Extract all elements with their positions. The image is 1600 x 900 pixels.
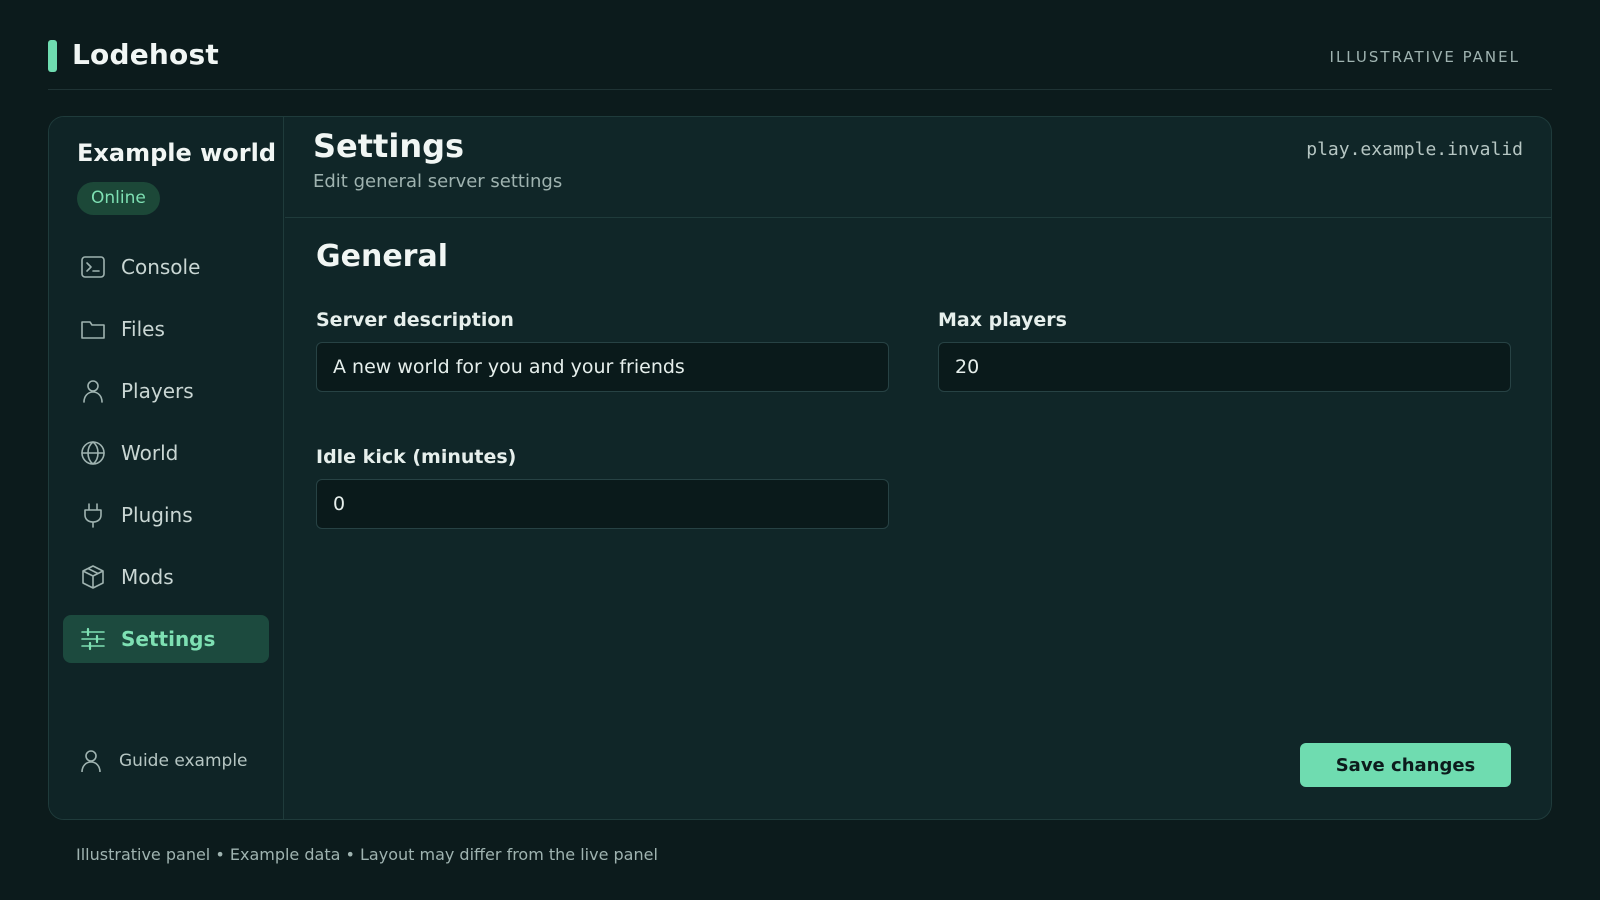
max-players-input[interactable]	[938, 342, 1511, 392]
world-name: Example world	[77, 139, 277, 167]
top-bar: Lodehost ILLUSTRATIVE PANEL	[48, 0, 1552, 90]
sidebar-item-world[interactable]: World	[63, 429, 269, 477]
main-panel: Example world Online Console Files Playe…	[48, 116, 1552, 820]
page-title: Settings	[313, 127, 465, 165]
folder-icon	[79, 315, 107, 343]
sidebar-item-label: Plugins	[121, 503, 193, 527]
panel-tag: ILLUSTRATIVE PANEL	[1329, 48, 1520, 66]
server-description-label: Server description	[316, 309, 514, 331]
max-players-label: Max players	[938, 309, 1067, 331]
main-content: Settings Edit general server settings pl…	[285, 117, 1551, 819]
page-header: Settings Edit general server settings pl…	[285, 117, 1551, 218]
save-button[interactable]: Save changes	[1300, 743, 1511, 787]
sidebar-item-files[interactable]: Files	[63, 305, 269, 353]
box-icon	[79, 563, 107, 591]
terminal-icon	[79, 253, 107, 281]
sidebar-item-label: Settings	[121, 627, 216, 651]
sidebar-item-console[interactable]: Console	[63, 243, 269, 291]
page-subtitle: Edit general server settings	[313, 171, 563, 192]
sidebar-item-mods[interactable]: Mods	[63, 553, 269, 601]
user-name: Guide example	[119, 751, 248, 771]
idle-kick-input[interactable]	[316, 479, 889, 529]
sidebar-item-plugins[interactable]: Plugins	[63, 491, 269, 539]
user-icon	[79, 377, 107, 405]
sliders-icon	[79, 625, 107, 653]
user-icon	[81, 750, 101, 773]
sidebar-item-label: Files	[121, 317, 165, 341]
footer-note: Illustrative panel • Example data • Layo…	[76, 845, 658, 864]
user-account[interactable]: Guide example	[77, 747, 248, 775]
sidebar-item-label: Console	[121, 255, 201, 279]
globe-icon	[79, 439, 107, 467]
server-address: play.example.invalid	[1306, 139, 1523, 160]
brand-name: Lodehost	[72, 38, 219, 71]
sidebar-item-settings[interactable]: Settings	[63, 615, 269, 663]
sidebar-item-label: Players	[121, 379, 194, 403]
plug-icon	[79, 501, 107, 529]
sidebar-item-label: Mods	[121, 565, 174, 589]
status-badge: Online	[77, 182, 160, 215]
sidebar: Example world Online Console Files Playe…	[49, 117, 284, 819]
server-description-input[interactable]	[316, 342, 889, 392]
sidebar-item-label: World	[121, 441, 179, 465]
brand-accent-bar	[48, 40, 57, 72]
sidebar-item-players[interactable]: Players	[63, 367, 269, 415]
idle-kick-label: Idle kick (minutes)	[316, 446, 517, 468]
section-title: General	[316, 239, 448, 274]
